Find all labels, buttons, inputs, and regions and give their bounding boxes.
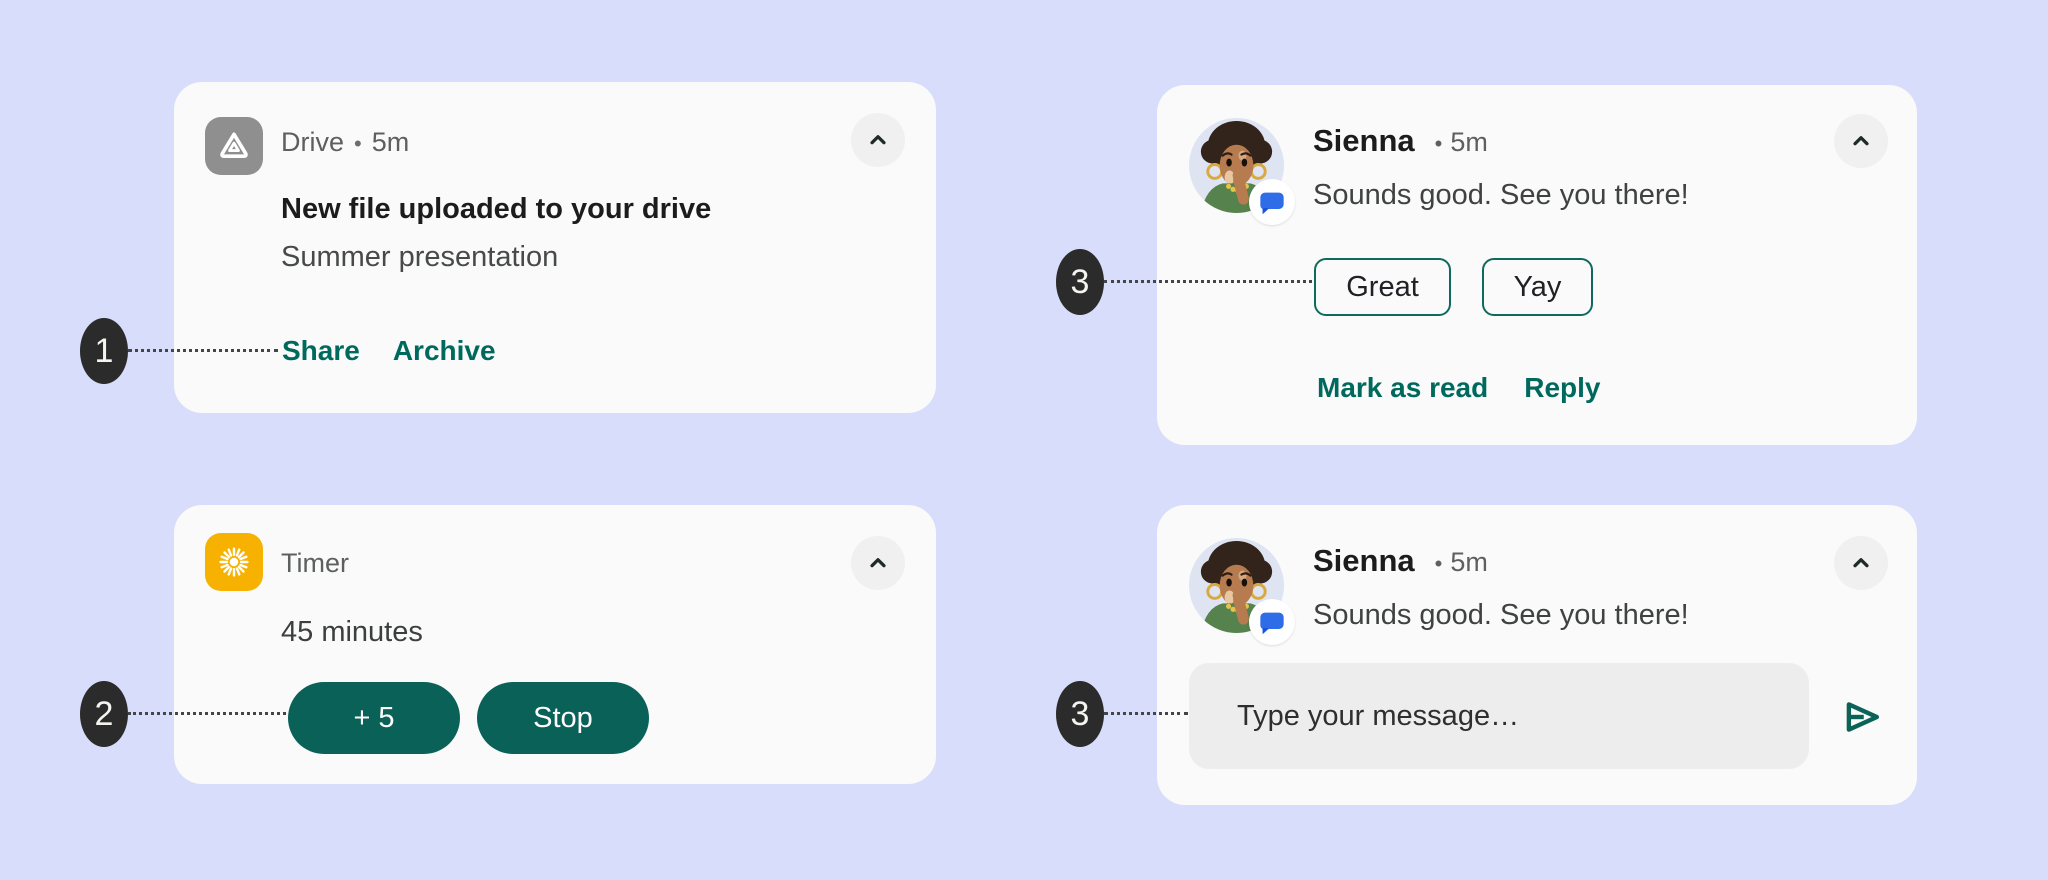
messages-app-badge <box>1249 599 1295 645</box>
archive-action[interactable]: Archive <box>393 335 496 367</box>
callout-badge-3-top: 3 <box>1056 249 1104 315</box>
send-button[interactable] <box>1838 693 1886 741</box>
header-separator: • <box>1435 551 1443 576</box>
timer-collapse-button[interactable] <box>851 536 905 590</box>
callout-badge-1: 1 <box>80 318 128 384</box>
starburst-icon <box>217 545 251 579</box>
sender-name: Sienna <box>1313 123 1415 158</box>
chat-bubble-icon <box>1258 608 1286 636</box>
chevron-up-icon <box>865 550 891 576</box>
drive-header: Drive • 5m <box>281 127 409 158</box>
header-separator: • <box>354 131 362 156</box>
header-separator: • <box>1435 131 1443 156</box>
message-timestamp: 5m <box>1450 547 1488 577</box>
drive-collapse-button[interactable] <box>851 113 905 167</box>
callout-badge-3-bottom: 3 <box>1056 681 1104 747</box>
timer-notification-card[interactable]: Timer 45 minutes + 5 Stop <box>174 505 936 784</box>
chevron-up-icon <box>865 127 891 153</box>
drive-notification-subtitle: Summer presentation <box>281 241 558 274</box>
drive-app-name: Drive <box>281 127 344 157</box>
message-text: Sounds good. See you there! <box>1313 599 1689 632</box>
page-background: Drive • 5m New file uploaded to your drive… <box>0 0 2048 880</box>
mark-as-read-action[interactable]: Mark as read <box>1317 372 1488 404</box>
callout-leader-line-3-bottom <box>1104 712 1188 715</box>
drive-app-icon <box>205 117 263 175</box>
sender-name: Sienna <box>1313 543 1415 578</box>
timer-header: Timer <box>281 548 349 579</box>
message-notification-card-suggestions[interactable]: Sienna • 5m Sounds good. See you there! Gr… <box>1157 85 1917 445</box>
reply-text-input[interactable] <box>1189 663 1809 769</box>
reply-action[interactable]: Reply <box>1524 372 1600 404</box>
message-collapse-button[interactable] <box>1834 536 1888 590</box>
send-icon <box>1840 696 1884 738</box>
callout-leader-line-2 <box>128 712 286 715</box>
drive-icon <box>215 127 253 165</box>
callout-leader-line-1 <box>128 349 278 352</box>
chevron-up-icon <box>1848 128 1874 154</box>
suggestion-great-button[interactable]: Great <box>1314 258 1451 316</box>
timer-app-icon <box>205 533 263 591</box>
timer-add-five-button[interactable]: + 5 <box>288 682 460 754</box>
timer-app-name: Timer <box>281 548 349 578</box>
suggestion-yay-button[interactable]: Yay <box>1482 258 1593 316</box>
message-text: Sounds good. See you there! <box>1313 179 1689 212</box>
chevron-up-icon <box>1848 550 1874 576</box>
callout-badge-2: 2 <box>80 681 128 747</box>
chat-bubble-icon <box>1258 188 1286 216</box>
drive-notification-card[interactable]: Drive • 5m New file uploaded to your drive… <box>174 82 936 413</box>
messages-app-badge <box>1249 179 1295 225</box>
drive-notification-title: New file uploaded to your drive <box>281 193 711 226</box>
callout-leader-line-3-top <box>1104 280 1312 283</box>
share-action[interactable]: Share <box>282 335 360 367</box>
timer-duration: 45 minutes <box>281 616 423 649</box>
message-collapse-button[interactable] <box>1834 114 1888 168</box>
message-notification-card-input[interactable]: Sienna • 5m Sounds good. See you there! <box>1157 505 1917 805</box>
message-header: Sienna • 5m <box>1313 123 1488 159</box>
timer-stop-button[interactable]: Stop <box>477 682 649 754</box>
drive-timestamp: 5m <box>372 127 410 157</box>
message-timestamp: 5m <box>1450 127 1488 157</box>
message-header: Sienna • 5m <box>1313 543 1488 579</box>
